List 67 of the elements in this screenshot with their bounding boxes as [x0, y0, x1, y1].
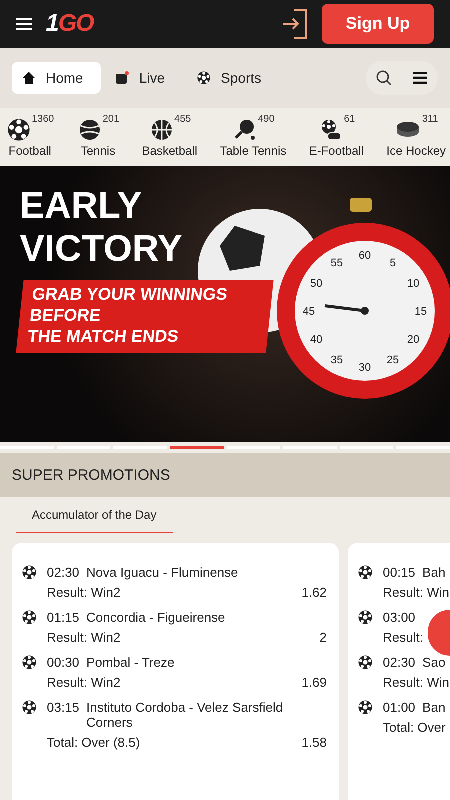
- match-name: Ban: [422, 700, 446, 715]
- menu-icon[interactable]: [413, 72, 427, 84]
- live-tv-icon: [115, 71, 130, 85]
- match-name: Instituto Cordoba - Velez Sarsfield Corners: [86, 700, 284, 730]
- bet-type: Result: Win2: [47, 630, 121, 645]
- search-icon[interactable]: [376, 70, 392, 86]
- football-icon: [358, 610, 373, 625]
- home-icon: [22, 71, 36, 85]
- tennis-ball-icon: [78, 118, 102, 142]
- login-icon[interactable]: [282, 9, 308, 39]
- football-icon: [358, 655, 373, 670]
- section-title: SUPER PROMOTIONS: [0, 453, 450, 497]
- odds: 2: [320, 630, 327, 645]
- bet-type: Result:: [383, 630, 424, 645]
- football-icon: [22, 655, 37, 670]
- match-name: Bah: [422, 565, 446, 580]
- event-count: 311: [422, 114, 438, 125]
- event-count: 455: [174, 114, 192, 125]
- bet-type: Result: Win2: [47, 585, 121, 600]
- football-icon: [7, 118, 31, 142]
- nav-tab[interactable]: Sports: [187, 62, 280, 94]
- bet-type: Total: Over (8.5): [47, 735, 140, 750]
- bet-type: Total: Over: [383, 720, 446, 735]
- banner-title: EARLY: [20, 184, 144, 227]
- accumulator-card[interactable]: [12, 543, 339, 800]
- event-time: 02:30: [383, 655, 416, 670]
- banner-tagline: GRAB YOUR WINNINGS BEFORE THE MATCH ENDS: [16, 280, 274, 353]
- odds: 1.69: [302, 675, 327, 690]
- promo-banner[interactable]: EARLY VICTORY GRAB YOUR WINNINGS BEFORE THE MATCH ENDS 60 5 10 15 20 25 30 35 40 45 50 55: [0, 166, 450, 442]
- event-time: 03:15: [47, 700, 80, 717]
- football-icon: [358, 700, 373, 715]
- event-count: 1360: [32, 114, 54, 125]
- bet-type: Result: Win2: [47, 675, 121, 690]
- event-time: 01:15: [47, 610, 80, 625]
- event-count: 490: [258, 114, 275, 125]
- odds: 1.58: [302, 735, 327, 750]
- banner-title: VICTORY: [20, 227, 184, 270]
- menu-icon[interactable]: [16, 18, 32, 30]
- football-icon: [197, 71, 212, 85]
- bet-type: Result: Win: [383, 675, 450, 690]
- match-name: Sao: [422, 655, 446, 670]
- event-time: 00:30: [47, 655, 80, 670]
- basketball-icon: [150, 118, 174, 142]
- football-icon: [22, 565, 37, 580]
- sign-up-button[interactable]: Sign Up: [322, 4, 434, 44]
- football-icon: [22, 610, 37, 625]
- match-name: Nova Iguacu - Fluminense: [86, 565, 238, 580]
- nav-tab[interactable]: Home: [12, 62, 102, 94]
- match-name: Concordia - Figueirense: [86, 610, 226, 625]
- event-time: 00:15: [383, 565, 416, 580]
- odds: 1.62: [302, 585, 327, 600]
- promo-tab[interactable]: Accumulator of the Day: [16, 497, 173, 533]
- accumulator-card[interactable]: 00:15 Bah Result: Win 03:00 Result: 02:30 Sao Result: Win 01:00 Ban Total: Over: [348, 543, 450, 800]
- ball-gamepad-icon: [319, 118, 344, 142]
- nav-tab[interactable]: Live: [105, 62, 184, 94]
- event-count: 61: [344, 114, 356, 125]
- logo[interactable]: 1GO: [46, 10, 94, 38]
- bet-type: Result: Win: [383, 585, 450, 600]
- football-icon: [358, 565, 373, 580]
- event-time: 01:00: [383, 700, 416, 715]
- slide-indicator[interactable]: [170, 446, 224, 449]
- paddle-icon: [233, 118, 258, 142]
- event-count: 201: [102, 114, 120, 125]
- event-time: 03:00: [383, 610, 416, 625]
- event-time: 02:30: [47, 565, 80, 580]
- match-name: Pombal - Treze: [86, 655, 175, 670]
- football-icon: [22, 700, 37, 715]
